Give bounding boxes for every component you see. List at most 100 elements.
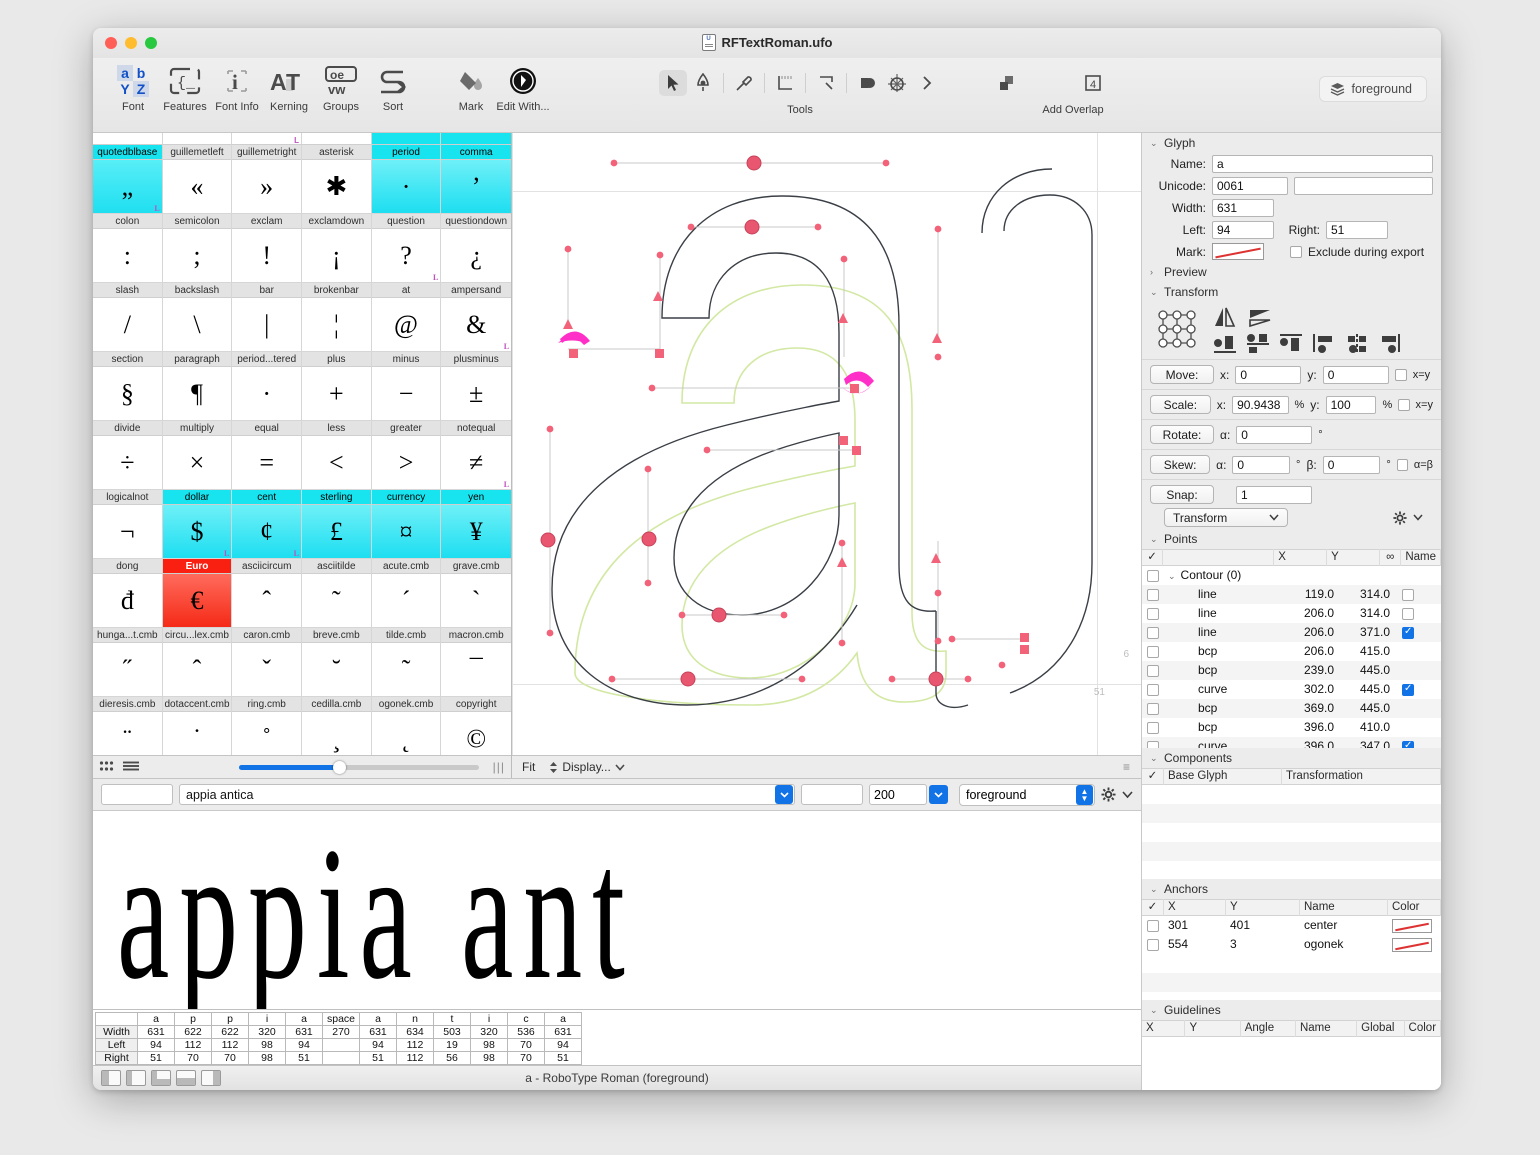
pen-icon[interactable] <box>689 70 717 96</box>
point-x[interactable]: 206.0 <box>1282 604 1338 623</box>
anchors-col-check[interactable]: ✓ <box>1142 899 1164 916</box>
metrics-cell[interactable]: 634 <box>396 1025 434 1039</box>
glyph-cell[interactable]: period · <box>371 145 442 214</box>
glyph-grid-zoom-slider[interactable] <box>154 760 479 774</box>
glyph-cell[interactable]: period...tered · <box>232 352 303 421</box>
glyph-cell[interactable]: guillemetright» <box>232 145 303 214</box>
glyph-cell[interactable]: backslash \ <box>162 283 233 352</box>
points-row[interactable]: curve 396.0 347.0 <box>1142 737 1441 748</box>
text-input-dropdown-button[interactable] <box>775 785 793 804</box>
glyph-cell[interactable]: dieresis.cmb ¨ <box>93 697 163 756</box>
glyph-cell[interactable]: cent ¢ L <box>232 490 303 559</box>
point-y[interactable]: 415.0 <box>1338 642 1394 661</box>
glyph-cell[interactable]: greater > <box>371 421 442 490</box>
points-row[interactable]: curve 302.0 445.0 <box>1142 680 1441 699</box>
point-y[interactable]: 314.0 <box>1338 604 1394 623</box>
glyph-cell[interactable]: hunga...t.cmb ˝ <box>93 628 163 697</box>
point-y[interactable]: 445.0 <box>1338 699 1394 718</box>
rotate-alpha-field[interactable]: 0 <box>1236 425 1313 444</box>
metrics-cell[interactable]: 98 <box>248 1038 286 1052</box>
metrics-cell[interactable]: 98 <box>470 1051 508 1065</box>
components-table-body[interactable] <box>1142 785 1441 879</box>
glyph-cell[interactable]: ring.cmb ˚ <box>232 697 303 756</box>
inspector-section-points[interactable]: ⌄ Points <box>1142 529 1441 549</box>
anchor-x[interactable]: 301 <box>1164 916 1226 935</box>
glyph-cell[interactable]: tilde.cmb ˜ <box>371 628 442 697</box>
anchor-color-swatch[interactable] <box>1388 935 1441 954</box>
glyph-cell[interactable]: yen ¥ <box>441 490 511 559</box>
point-x[interactable]: 396.0 <box>1282 737 1338 748</box>
anchors-row[interactable]: 554 3 ogonek <box>1142 935 1441 954</box>
point-y[interactable]: 445.0 <box>1338 661 1394 680</box>
points-col-y[interactable]: Y <box>1327 549 1381 566</box>
metrics-cell[interactable]: 622 <box>174 1025 212 1039</box>
glyph-cell[interactable]: plusminus ± <box>441 352 511 421</box>
glyph-cell[interactable]: ogonek.cmb ˛ <box>371 697 442 756</box>
point-x[interactable]: 119.0 <box>1282 585 1338 604</box>
inspector-section-transform[interactable]: ⌄ Transform <box>1142 282 1441 302</box>
anchors-row[interactable]: 301 401 center <box>1142 916 1441 935</box>
glyph-cell[interactable]: at @ <box>371 283 442 352</box>
point-select-checkbox[interactable] <box>1142 642 1164 661</box>
flip-vertical-icon[interactable] <box>1248 306 1274 328</box>
align-left-icon[interactable] <box>1311 332 1337 354</box>
metrics-cell[interactable]: 56 <box>433 1051 471 1065</box>
points-row[interactable]: bcp 206.0 415.0 <box>1142 642 1441 661</box>
metrics-cell[interactable]: 631 <box>285 1025 323 1039</box>
anchors-col-y[interactable]: Y <box>1226 899 1300 916</box>
metrics-cell[interactable]: 70 <box>507 1038 545 1052</box>
point-size-field[interactable]: 200 <box>869 784 948 805</box>
resize-grip-icon[interactable]: ||| <box>493 760 505 774</box>
components-col-transformation[interactable]: Transformation <box>1282 768 1441 785</box>
point-smooth-checkbox[interactable] <box>1394 604 1422 623</box>
canvas-resize-grip-icon[interactable]: ≡ <box>1123 760 1131 774</box>
skew-button[interactable]: Skew: <box>1150 455 1211 474</box>
glyph-cell[interactable]: asciicircum ˆ <box>232 559 303 628</box>
glyph-cell[interactable]: divide ÷ <box>93 421 163 490</box>
glyph-unicode-field-2[interactable] <box>1294 177 1433 195</box>
space-center-text-input[interactable]: appia antica <box>179 784 795 805</box>
inspector-section-glyph[interactable]: ⌄ Glyph <box>1142 133 1441 153</box>
inspector-section-guidelines[interactable]: ⌄ Guidelines <box>1142 1000 1441 1020</box>
toolbar-button-font[interactable]: abYZ Font <box>107 58 159 113</box>
metrics-cell[interactable]: 631 <box>359 1025 397 1039</box>
glyph-cell[interactable]: bar | <box>232 283 303 352</box>
point-x[interactable]: 239.0 <box>1282 661 1338 680</box>
glyph-edit-canvas[interactable]: 51 6 Fit Display... ≡ <box>512 133 1141 778</box>
metrics-cell[interactable]: 51 <box>544 1051 582 1065</box>
metrics-cell[interactable]: 94 <box>359 1038 397 1052</box>
toolbar-button-features[interactable]: {_ Features <box>159 58 211 113</box>
eyedropper-icon[interactable] <box>730 70 758 96</box>
glyph-cell[interactable]: currency ¤ <box>371 490 442 559</box>
measure-ruler-icon[interactable] <box>771 70 799 96</box>
layer-popup[interactable]: foreground ▲ ▼ <box>959 783 1095 806</box>
point-y[interactable]: 314.0 <box>1338 585 1394 604</box>
glyph-name-field[interactable]: a <box>1212 155 1433 173</box>
scale-y-field[interactable]: 100 <box>1325 395 1377 414</box>
anchor-y[interactable]: 3 <box>1226 935 1300 954</box>
glyph-cell[interactable]: plus + <box>302 352 372 421</box>
glyph-cell[interactable]: copyright©L <box>441 697 511 756</box>
mark-color-swatch[interactable] <box>1212 243 1264 260</box>
glyph-cell[interactable]: exclamdown ¡ <box>302 214 372 283</box>
glyph-cell[interactable]: minus − <box>371 352 442 421</box>
suffix-field[interactable] <box>801 784 863 805</box>
point-select-checkbox[interactable] <box>1142 699 1164 718</box>
skew-beta-field[interactable]: 0 <box>1322 455 1381 474</box>
guidelines-col-color[interactable]: Color <box>1405 1020 1441 1037</box>
metrics-cell[interactable]: 94 <box>137 1038 175 1052</box>
metrics-cell[interactable]: 112 <box>174 1038 212 1052</box>
guidelines-table-body[interactable] <box>1142 1037 1441 1090</box>
glyph-cell[interactable]: dong đ <box>93 559 163 628</box>
points-col-name[interactable]: Name <box>1401 549 1441 566</box>
glyph-cell[interactable]: dotaccent.cmb ˙ <box>162 697 233 756</box>
points-row[interactable]: line 206.0 314.0 <box>1142 604 1441 623</box>
metrics-cell[interactable]: 631 <box>137 1025 175 1039</box>
glyph-cell[interactable]: asciitilde ˜ <box>302 559 372 628</box>
transform-origin-grid-icon[interactable] <box>1154 306 1200 352</box>
glyph-cell[interactable]: colon: <box>93 214 163 283</box>
metrics-cell[interactable] <box>322 1038 360 1052</box>
align-right-icon[interactable] <box>1377 332 1403 354</box>
glyph-cell[interactable]: macron.cmb ¯ <box>441 628 511 697</box>
remove-overlap-icon[interactable] <box>985 70 1029 96</box>
